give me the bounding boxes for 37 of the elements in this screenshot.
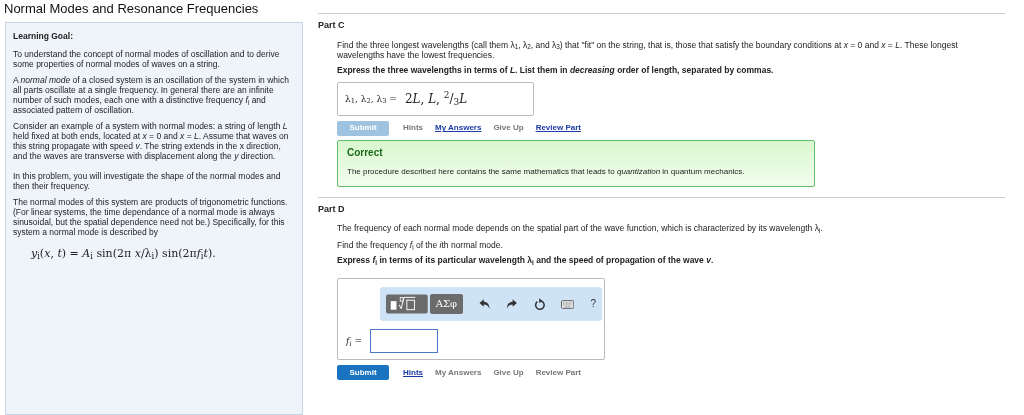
action-link[interactable]: Hints: [403, 367, 423, 378]
action-link[interactable]: My Answers: [435, 367, 482, 378]
feedback-text: The procedure described here contains the same mathematics that leads to quantization in quantum mechanics.: [347, 166, 746, 177]
answer-value: 2L, L, $^{2}$/$_{3}$L: [404, 93, 468, 104]
template-icon[interactable]: [386, 294, 428, 314]
goal-paragraph: In this problem, you will investigate the shape of the normal modes and then their frequency.: [13, 171, 282, 191]
goal-paragraph: A normal mode of a closed system is an oscillation of the system in which all parts oscillate at a single frequency. In general there are an infinite number of such modes, each one with a distinctive frequency f$_{i}$ and associated pattern of oscillation.: [13, 75, 290, 115]
action-link[interactable]: Give Up: [493, 123, 524, 133]
part-paragraph: Find the three longest wavelengths (call them λ$_{1}$, λ$_{2}$, and λ$_{3}$) that "fit" on the string, that is, those that satisfy the boundary conditions at x = 0 and x = L. These longest wavelengths have the lowest frequencies.: [337, 39, 959, 60]
instruction-text: Express f$_{i}$ in terms of its particular wavelength λ$_{i}$ and the speed of propagation of the wave v.: [337, 255, 715, 265]
instruction-text: Express the three wavelengths in terms of L. List them in decreasing order of length, separated by commas.: [337, 64, 775, 75]
undo-icon[interactable]: [479, 298, 491, 310]
keyboard-icon[interactable]: [561, 299, 575, 309]
answer-label: f$_{i}$ =: [346, 336, 362, 346]
part-paragraph: The frequency of each normal mode depends on the spatial part of the wave function, which is characterized by its wavelength λ$_{i}$.: [337, 223, 824, 233]
action-link[interactable]: Hints: [403, 123, 423, 133]
reset-icon[interactable]: [533, 297, 546, 311]
action-link[interactable]: Give Up: [493, 367, 524, 378]
feedback-title: Correct: [347, 147, 384, 158]
answer-input[interactable]: [369, 329, 438, 353]
action-link[interactable]: Review Part: [535, 367, 581, 378]
greek-symbols-button[interactable]: ΑΣφ: [429, 294, 463, 314]
goal-heading: Learning Goal:: [13, 31, 74, 41]
equation: y$_{i}$(x, t) = A$_{i}$ sin(2π x/λ$_{i}$) sin(2πf$_{i}$t).: [31, 249, 217, 259]
part-heading: Part D: [318, 202, 346, 216]
redo-icon[interactable]: [506, 298, 518, 310]
help-button[interactable]: ?: [590, 299, 596, 309]
action-link[interactable]: My Answers: [435, 123, 482, 133]
goal-paragraph: To understand the concept of normal modes of oscillation and to derive some properties of normal modes of waves on a string.: [13, 49, 281, 69]
answer-label: λ$_{1}$, λ$_{2}$, λ$_{3}$ =: [345, 93, 397, 104]
submit-button[interactable]: Submit: [337, 365, 389, 380]
page-title: Normal Modes and Resonance Frequencies: [3, 0, 260, 18]
part-heading: Part C: [318, 19, 346, 32]
action-link[interactable]: Review Part: [535, 123, 581, 133]
goal-paragraph: Consider an example of a system with normal modes: a string of length L held fixed at both ends, located at x = 0 and x = L. Assume that waves on this string propagate with speed v. The string extends in the x direction, and the waves are transverse with displacement along the y direction.: [13, 121, 290, 161]
part-paragraph: Find the frequency f$_{i}$ of the ith normal mode.: [337, 240, 504, 250]
goal-paragraph: The normal modes of this system are products of trigonometric functions. (For linear systems, the time dependance of a normal mode is always sinusoidal, but the spatial dependence need not be.) Specifically, for this system a normal mode is described by: [13, 197, 289, 237]
